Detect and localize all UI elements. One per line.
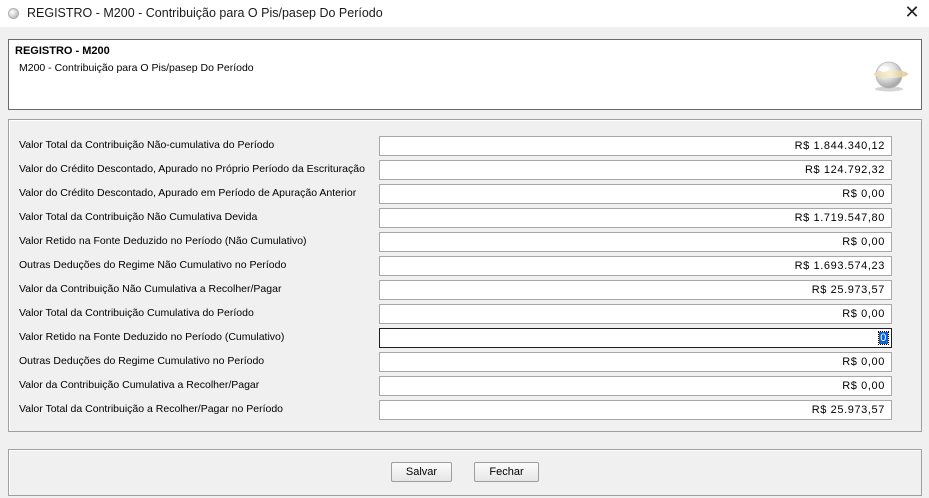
retido-fonte-cumulativo-input[interactable]: 0 — [379, 328, 892, 348]
outras-deducoes-cumulativo-input[interactable]: R$ 0,00 — [379, 352, 892, 372]
app-icon — [8, 8, 19, 19]
retido-fonte-nao-cumulativo-input[interactable]: R$ 0,00 — [379, 232, 892, 252]
close-button[interactable]: Fechar — [474, 462, 539, 482]
field-label: Valor da Contribuição Não Cumulativa a R… — [19, 283, 282, 295]
form-row: Valor Retido na Fonte Deduzido no Períod… — [9, 231, 921, 253]
field-label: Valor da Contribuição Cumulativa a Recol… — [19, 379, 260, 391]
field-label: Valor do Crédito Descontado, Apurado em … — [19, 187, 357, 199]
credito-proprio-periodo-input[interactable]: R$ 124.792,32 — [379, 160, 892, 180]
save-button[interactable]: Salvar — [391, 462, 452, 482]
field-label: Outras Deduções do Regime Não Cumulativo… — [19, 259, 287, 271]
form-row: Valor Total da Contribuição Não-cumulati… — [9, 135, 921, 157]
field-label: Valor Total da Contribuição a Recolher/P… — [19, 403, 284, 415]
globe-logo-icon — [874, 61, 908, 92]
header-panel: REGISTRO - M200 M200 - Contribuição para… — [8, 39, 922, 110]
contrib-total-recolher-input[interactable]: R$ 25.973,57 — [379, 400, 892, 420]
form-row: Outras Deduções do Regime Não Cumulativo… — [9, 255, 921, 277]
contrib-cumulativa-recolher-input[interactable]: R$ 0,00 — [379, 376, 892, 396]
contrib-total-nao-cumulativa-input[interactable]: R$ 1.844.340,12 — [379, 136, 892, 156]
contrib-total-cumulativa-input[interactable]: R$ 0,00 — [379, 304, 892, 324]
window-title: REGISTRO - M200 - Contribuição para O Pi… — [27, 6, 383, 20]
contrib-nao-cumulativa-devida-input[interactable]: R$ 1.719.547,80 — [379, 208, 892, 228]
outras-deducoes-nao-cumulativo-input[interactable]: R$ 1.693.574,23 — [379, 256, 892, 276]
form-row: Valor Total da Contribuição a Recolher/P… — [9, 399, 921, 421]
register-subtitle: M200 - Contribuição para O Pis/pasep Do … — [19, 62, 254, 74]
form-row: Valor do Crédito Descontado, Apurado em … — [9, 183, 921, 205]
field-label: Valor Retido na Fonte Deduzido no Períod… — [19, 235, 307, 247]
field-label: Valor Total da Contribuição Não Cumulati… — [19, 211, 258, 223]
contrib-nao-cumulativa-recolher-input[interactable]: R$ 25.973,57 — [379, 280, 892, 300]
form-row: Valor do Crédito Descontado, Apurado no … — [9, 159, 921, 181]
form-row: Valor Total da Contribuição Cumulativa d… — [9, 303, 921, 325]
form-row: Outras Deduções do Regime Cumulativo no … — [9, 351, 921, 373]
title-bar: REGISTRO - M200 - Contribuição para O Pi… — [0, 0, 929, 27]
field-label: Valor Retido na Fonte Deduzido no Períod… — [19, 331, 285, 343]
selected-value: 0 — [878, 331, 889, 345]
credito-periodo-anterior-input[interactable]: R$ 0,00 — [379, 184, 892, 204]
close-icon[interactable]: ✕ — [895, 0, 929, 27]
form-row: Valor Total da Contribuição Não Cumulati… — [9, 207, 921, 229]
button-panel: Salvar Fechar — [8, 449, 922, 496]
register-title: REGISTRO - M200 — [15, 45, 110, 57]
form-panel: Valor Total da Contribuição Não-cumulati… — [8, 119, 922, 432]
form-row: Valor da Contribuição Cumulativa a Recol… — [9, 375, 921, 397]
form-row: Valor Retido na Fonte Deduzido no Períod… — [9, 327, 921, 349]
form-row: Valor da Contribuição Não Cumulativa a R… — [9, 279, 921, 301]
field-label: Outras Deduções do Regime Cumulativo no … — [19, 355, 265, 367]
field-label: Valor do Crédito Descontado, Apurado no … — [19, 163, 365, 175]
field-label: Valor Total da Contribuição Cumulativa d… — [19, 307, 254, 319]
field-label: Valor Total da Contribuição Não-cumulati… — [19, 139, 275, 151]
